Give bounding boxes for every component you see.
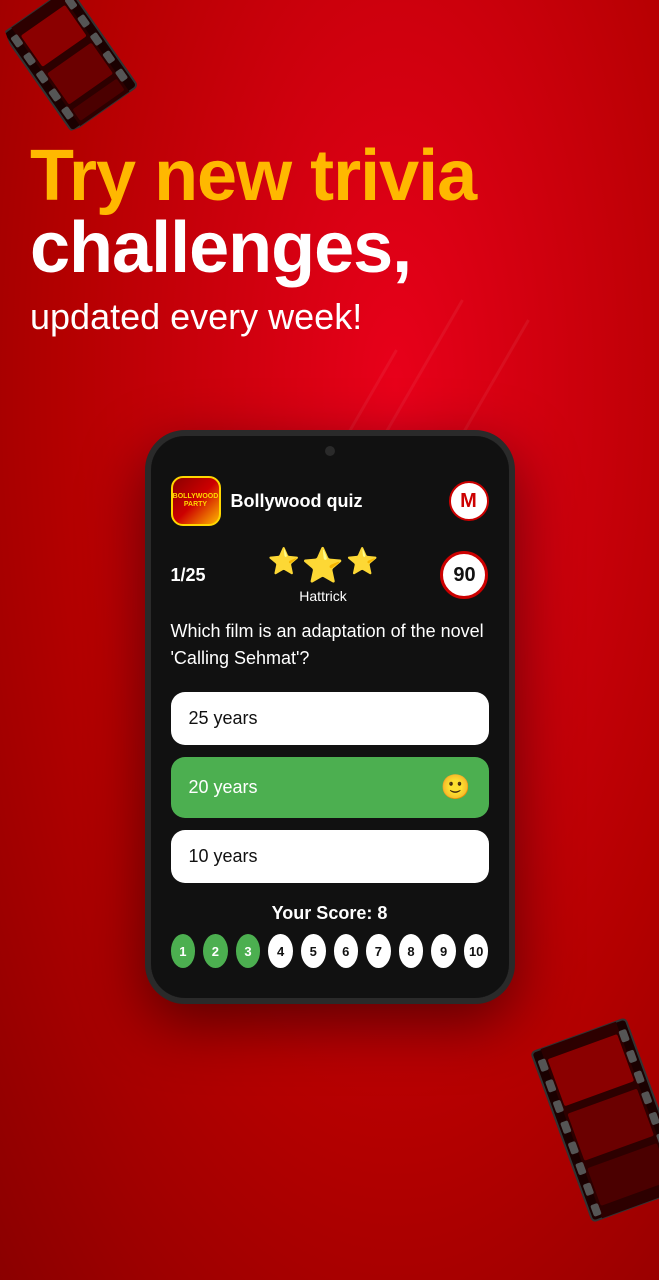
dot-4[interactable]: 4 [268, 934, 293, 968]
your-score-label: Your Score: 8 [171, 903, 489, 924]
score-section: Your Score: 8 [171, 903, 489, 924]
stars: ⭐ ⭐ ⭐ [267, 546, 378, 586]
phone-notch [151, 436, 509, 466]
answer-option-3-text: 10 years [189, 846, 258, 867]
header-line2: challenges, [30, 212, 476, 284]
header-line1: Try new trivia [30, 140, 476, 212]
timer: 90 [440, 551, 488, 599]
answer-option-2[interactable]: 20 years 🙂 [171, 757, 489, 818]
phone-camera [325, 446, 335, 456]
question-count: 1/25 [171, 565, 206, 586]
dot-10[interactable]: 10 [464, 934, 489, 968]
phone-wrapper: BOLLYWOODPARTY Bollywood quiz M 1/25 ⭐ ⭐… [145, 430, 515, 1004]
answer-option-2-text: 20 years [189, 777, 258, 798]
star-1: ⭐ [267, 546, 299, 586]
header-section: Try new trivia challenges, updated every… [30, 140, 476, 342]
avatar: M [449, 481, 489, 521]
score-row: 1/25 ⭐ ⭐ ⭐ Hattrick 90 [171, 546, 489, 604]
star-3: ⭐ [346, 546, 378, 586]
stars-area: ⭐ ⭐ ⭐ Hattrick [267, 546, 378, 604]
answer-option-3[interactable]: 10 years [171, 830, 489, 883]
phone: BOLLYWOODPARTY Bollywood quiz M 1/25 ⭐ ⭐… [145, 430, 515, 1004]
app-content: BOLLYWOODPARTY Bollywood quiz M 1/25 ⭐ ⭐… [151, 466, 509, 998]
dot-2[interactable]: 2 [203, 934, 228, 968]
dot-6[interactable]: 6 [334, 934, 359, 968]
dot-9[interactable]: 9 [431, 934, 456, 968]
answer-option-1[interactable]: 25 years [171, 692, 489, 745]
hattrick-label: Hattrick [299, 588, 346, 604]
answer-option-1-text: 25 years [189, 708, 258, 729]
question-text: Which film is an adaptation of the novel… [171, 618, 489, 672]
progress-dots: 1 2 3 4 5 6 7 8 9 10 [171, 934, 489, 978]
dot-7[interactable]: 7 [366, 934, 391, 968]
app-title: Bollywood quiz [231, 491, 439, 512]
dot-5[interactable]: 5 [301, 934, 326, 968]
dot-3[interactable]: 3 [236, 934, 261, 968]
app-icon: BOLLYWOODPARTY [171, 476, 221, 526]
smiley-icon: 🙂 [441, 773, 471, 802]
app-header: BOLLYWOODPARTY Bollywood quiz M [171, 476, 489, 526]
star-2: ⭐ [302, 546, 344, 586]
dot-1[interactable]: 1 [171, 934, 196, 968]
dot-8[interactable]: 8 [399, 934, 424, 968]
header-line3: updated every week! [30, 292, 476, 342]
